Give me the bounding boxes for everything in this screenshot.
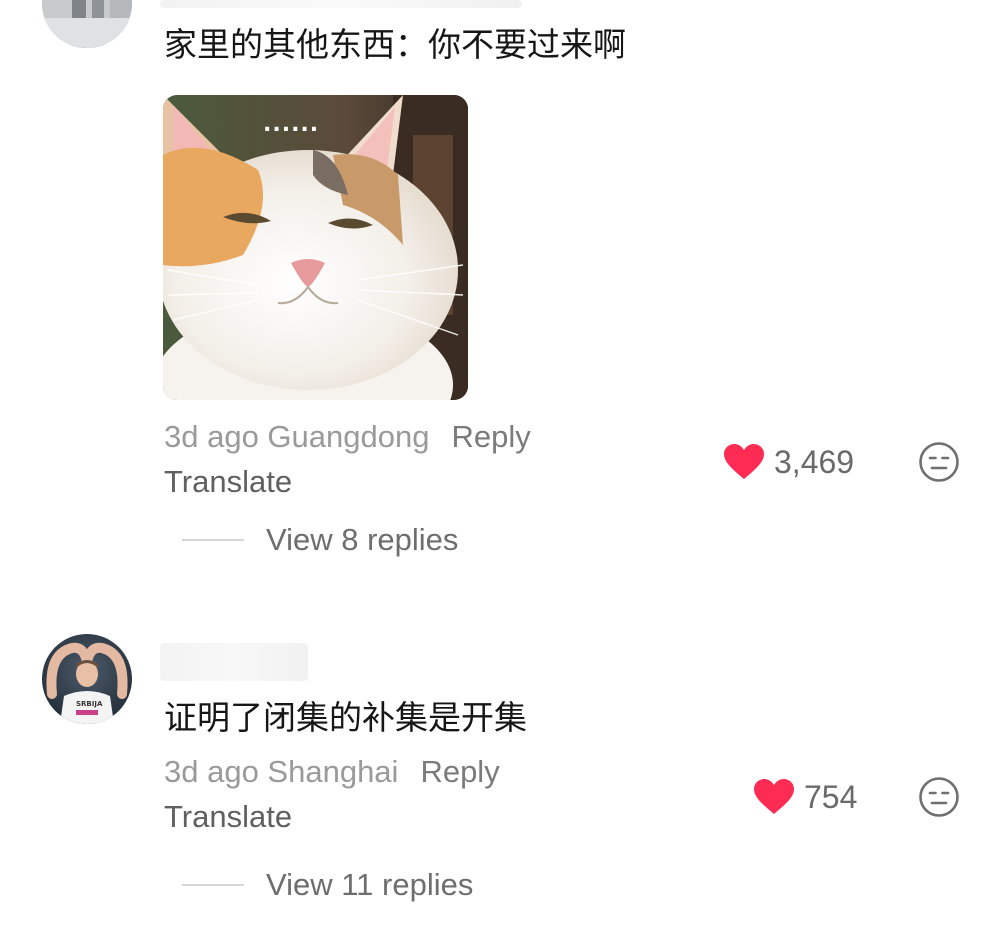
comment-meta-2: 3d ago Shanghai Reply: [164, 752, 500, 792]
avatar-photo-2: SRBIJA: [42, 634, 132, 724]
comment-item-2: SRBIJA 证明了闭集的补集是开集 3d ago Shanghai Reply …: [0, 0, 1000, 941]
view-replies-button-2[interactable]: View 11 replies: [182, 865, 473, 905]
avatar-jersey-text: SRBIJA: [76, 700, 103, 708]
timestamp-location-2: 3d ago Shanghai: [164, 754, 399, 789]
username-redacted-2: [160, 643, 308, 681]
neutral-face-icon: [919, 777, 959, 817]
comment-text-2: 证明了闭集的补集是开集: [164, 698, 527, 737]
dislike-button-2[interactable]: [918, 776, 960, 818]
translate-button-2[interactable]: Translate: [164, 797, 292, 837]
like-button-2[interactable]: 754: [754, 777, 857, 817]
view-replies-label-2: View 11 replies: [266, 867, 474, 902]
commenter-avatar-2[interactable]: SRBIJA: [42, 634, 132, 724]
heart-icon: [754, 779, 794, 814]
replies-divider-line: [182, 884, 244, 886]
like-count-2: 754: [804, 779, 858, 815]
reply-button-2[interactable]: Reply: [420, 754, 499, 789]
